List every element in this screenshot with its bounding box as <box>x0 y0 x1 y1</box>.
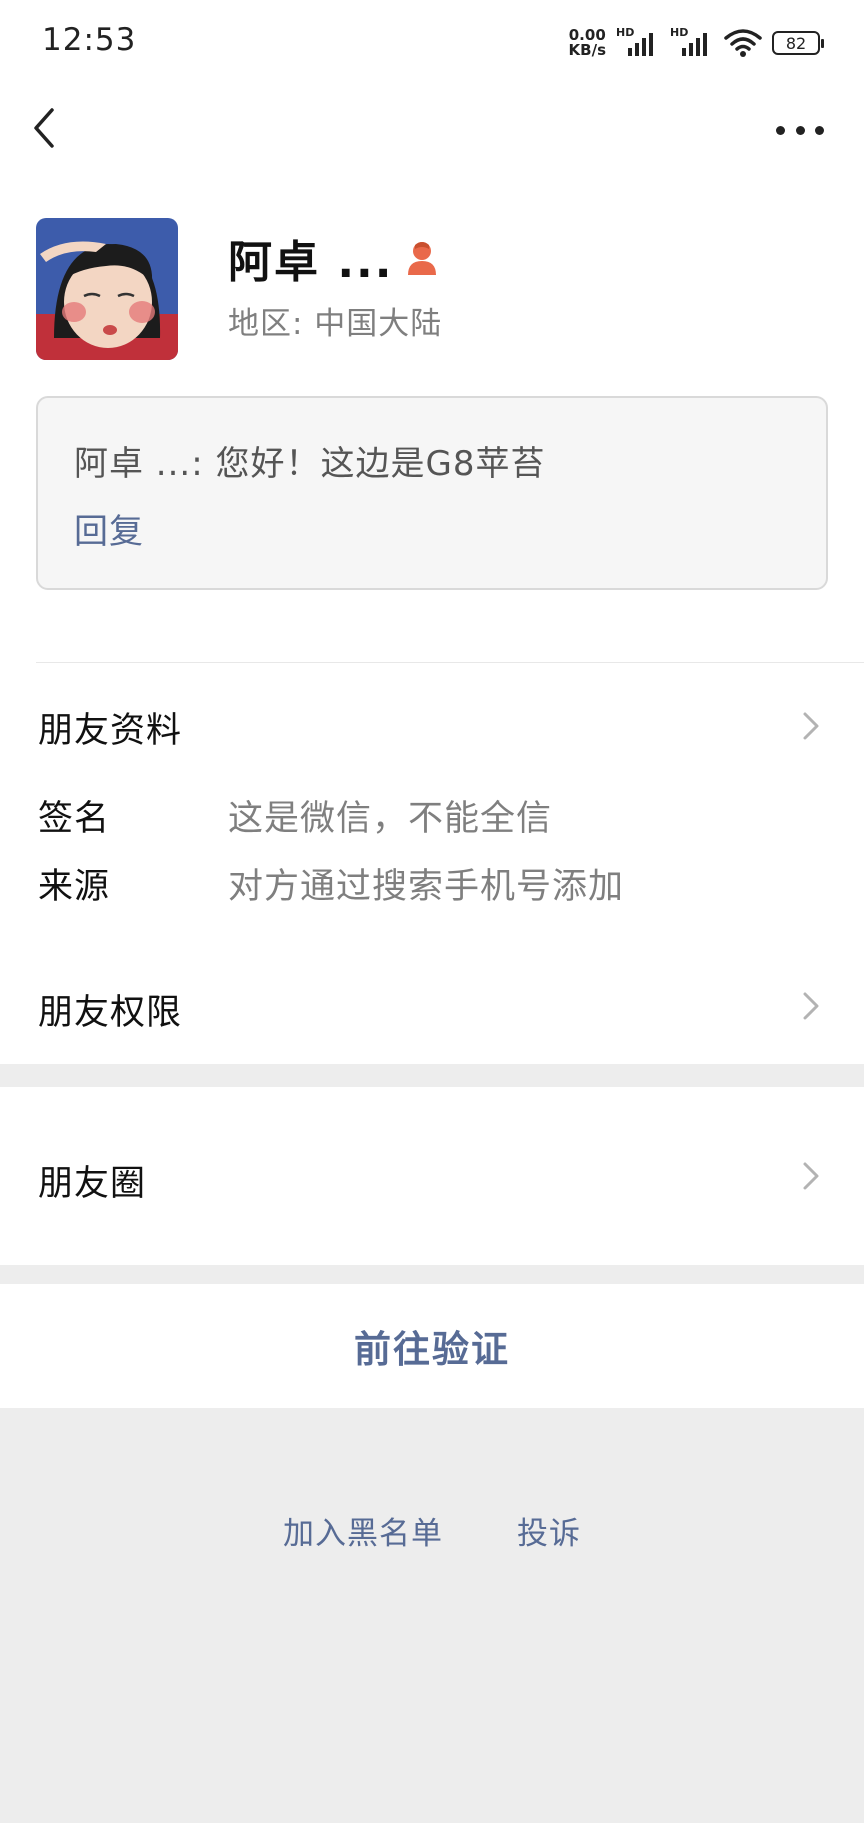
battery-icon: 82 <box>772 31 824 55</box>
status-icons: 0.00 KB/s HD HD 82 <box>569 26 824 60</box>
female-user-icon <box>408 242 437 275</box>
signature-value: 这是微信，不能全信 <box>228 799 553 839</box>
reply-link[interactable]: 回复 <box>74 504 144 553</box>
go-verify-button[interactable]: 前往验证 <box>0 1284 864 1408</box>
verification-message-box: 阿卓 ...: 您好！这边是G8苹苔 回复 <box>36 396 828 590</box>
chevron-right-icon[interactable] <box>800 1158 822 1194</box>
profile-name-row: 阿卓 ... <box>228 226 439 290</box>
profile-name: 阿卓 ... <box>228 237 394 288</box>
moments-row[interactable]: 朋友圈 <box>38 1155 146 1206</box>
back-icon[interactable] <box>26 104 66 152</box>
avatar[interactable] <box>36 218 178 360</box>
verification-message-text: 阿卓 ...: 您好！这边是G8苹苔 <box>74 444 546 484</box>
status-bar: 12:53 0.00 KB/s HD HD 82 <box>0 0 864 88</box>
signal-icon: HD <box>616 26 660 58</box>
battery-level: 82 <box>785 33 807 53</box>
wifi-icon <box>724 29 762 57</box>
friend-info-title[interactable]: 朋友资料 <box>38 702 182 753</box>
friend-permissions-row[interactable]: 朋友权限 <box>38 984 182 1035</box>
signal-icon-2: HD <box>670 26 714 58</box>
more-dots-icon[interactable] <box>776 110 824 150</box>
add-to-blacklist-link[interactable]: 加入黑名单 <box>283 1508 443 1553</box>
signature-label: 签名 <box>38 799 111 839</box>
source-label: 来源 <box>38 867 111 907</box>
bottom-actions: 加入黑名单 投诉 <box>0 1508 864 1553</box>
status-time: 12:53 <box>42 22 137 58</box>
chevron-right-icon[interactable] <box>800 988 822 1024</box>
network-speed-unit: KB/s <box>568 41 606 59</box>
source-value: 对方通过搜索手机号添加 <box>228 867 625 907</box>
chevron-right-icon[interactable] <box>800 708 822 744</box>
report-link[interactable]: 投诉 <box>517 1508 581 1553</box>
divider <box>36 662 864 663</box>
profile-region: 地区: 中国大陆 <box>228 306 443 342</box>
network-speed: 0.00 KB/s <box>569 28 606 58</box>
